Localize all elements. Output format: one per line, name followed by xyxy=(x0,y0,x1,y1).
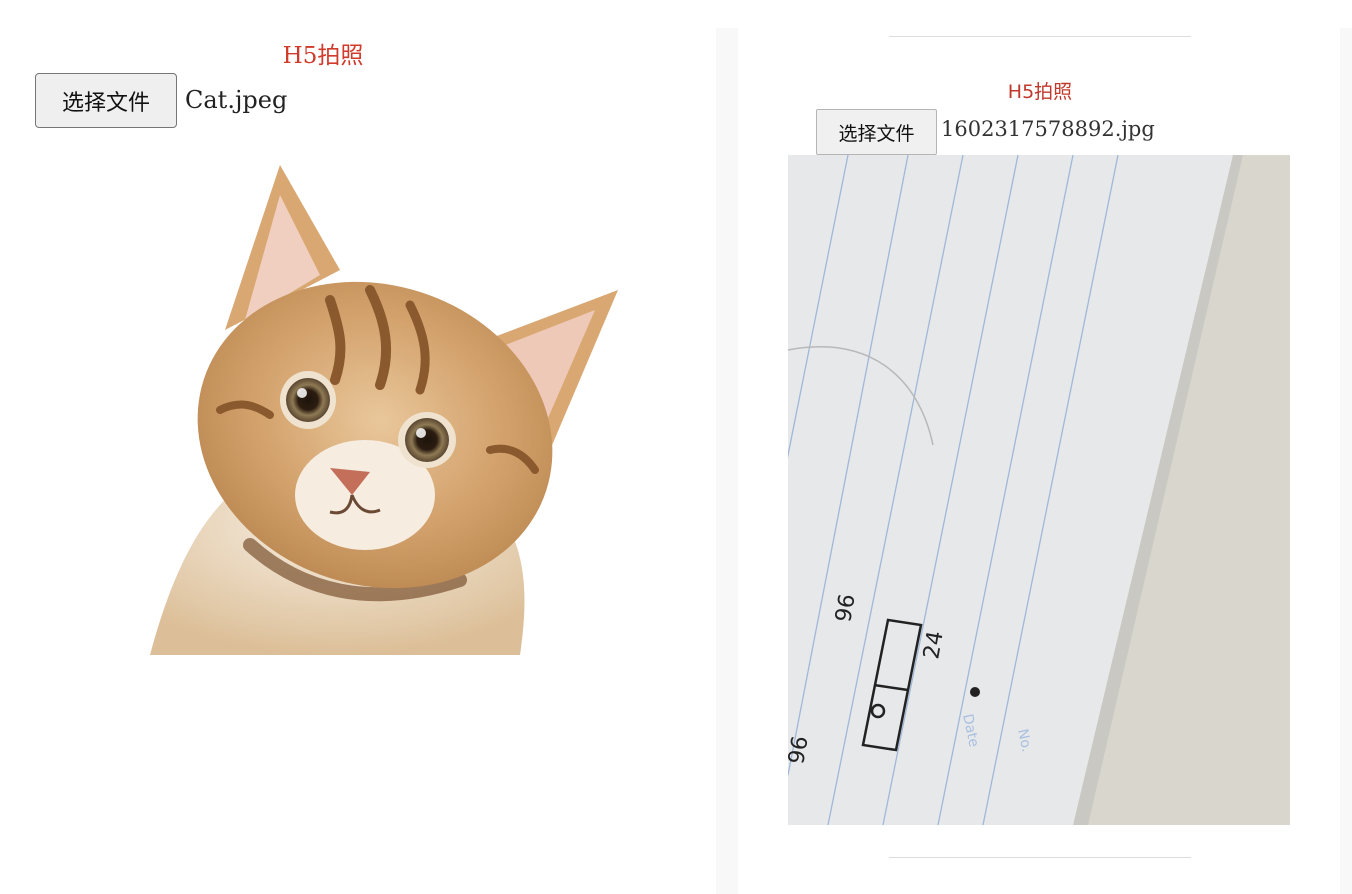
handwriting-b: 24 xyxy=(919,629,948,661)
notebook-image: 96 24 96 Date No. xyxy=(788,155,1290,825)
screenshot-selected-file-name: 1602317578892.jpg xyxy=(941,117,1155,141)
notebook-photo-preview: 96 24 96 Date No. xyxy=(788,155,1290,825)
divider xyxy=(889,36,1191,37)
cat-photo-preview xyxy=(130,150,630,655)
divider xyxy=(889,857,1191,858)
screenshot-choose-file-button[interactable]: 选择文件 xyxy=(816,109,937,155)
choose-file-button[interactable]: 选择文件 xyxy=(35,73,177,128)
cat-image xyxy=(150,165,618,655)
selected-file-name: Cat.jpeg xyxy=(185,86,288,114)
page-title: H5拍照 xyxy=(282,43,364,69)
screenshot-title: H5拍照 xyxy=(1007,81,1073,103)
handwriting-a: 96 xyxy=(831,592,860,624)
